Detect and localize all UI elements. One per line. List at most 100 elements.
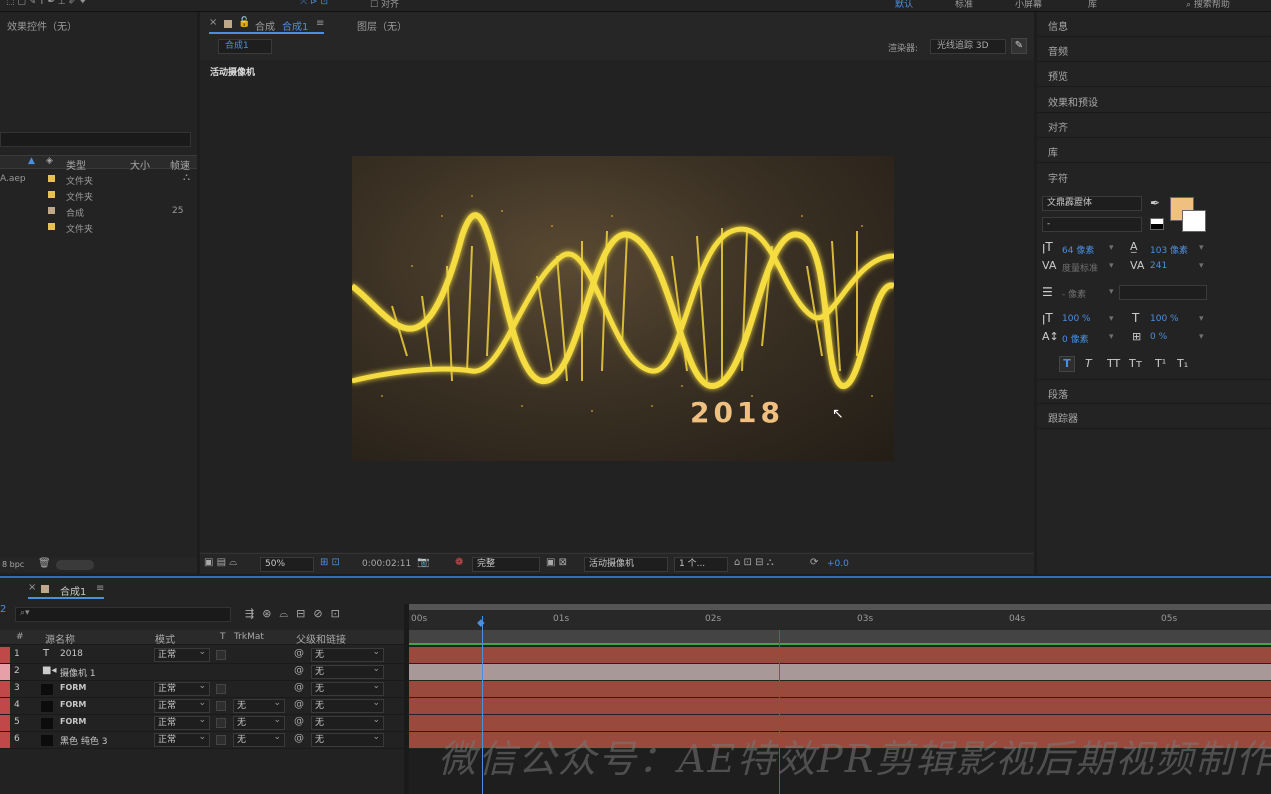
label-color[interactable] bbox=[0, 732, 10, 748]
project-row[interactable]: 文件夹 bbox=[0, 187, 197, 203]
column-type[interactable]: 类型 bbox=[66, 157, 86, 172]
project-row[interactable]: A.aep 文件夹 ⛬ bbox=[0, 171, 197, 187]
hscale-dropdown-icon[interactable]: ▾ bbox=[1199, 314, 1204, 324]
layer-name[interactable]: 2018 bbox=[60, 649, 83, 659]
subscript-button[interactable]: T₁ bbox=[1177, 357, 1188, 370]
project-search-input[interactable] bbox=[0, 132, 191, 147]
horizontal-scale-value[interactable]: 100 % bbox=[1150, 314, 1179, 324]
table-row[interactable]: 5 FORM 正常 无 @ 无 bbox=[0, 714, 404, 732]
baseline-dropdown-icon[interactable]: ▾ bbox=[1109, 332, 1114, 342]
stroke-color-swatch[interactable] bbox=[1182, 210, 1206, 232]
panel-preview[interactable]: 预览 bbox=[1037, 62, 1271, 87]
help-search[interactable]: ⌕ 搜索帮助 bbox=[1186, 0, 1230, 10]
trkmat-select[interactable]: 无 bbox=[233, 697, 285, 713]
stroke-style-select[interactable] bbox=[1119, 285, 1207, 300]
table-row[interactable]: 6 黑色 纯色 3 正常 无 @ 无 bbox=[0, 731, 404, 749]
layer-track-bar[interactable] bbox=[409, 647, 1271, 663]
leading-value[interactable]: 103 像素 bbox=[1150, 243, 1188, 256]
project-row[interactable]: 文件夹 bbox=[0, 219, 197, 235]
panel-audio[interactable]: 音频 bbox=[1037, 37, 1271, 62]
align-checkbox[interactable]: ☐ 对齐 bbox=[370, 0, 399, 10]
zoom-select[interactable]: 50% bbox=[260, 557, 314, 572]
column-trkmat[interactable]: TrkMat bbox=[234, 632, 264, 642]
kerning-value[interactable]: 度量标准 bbox=[1062, 261, 1098, 274]
trkmat-select[interactable]: 无 bbox=[233, 714, 285, 730]
panel-effects-presets[interactable]: 效果和预设 bbox=[1037, 88, 1271, 113]
parent-select[interactable]: 无 bbox=[311, 663, 384, 679]
workspace-small[interactable]: 小屏幕 bbox=[1015, 0, 1042, 10]
pickwhip-icon[interactable]: @ bbox=[294, 665, 304, 676]
layer-track-bar[interactable] bbox=[409, 664, 1271, 680]
panel-align[interactable]: 对齐 bbox=[1037, 113, 1271, 138]
camera-snapshot-icon[interactable]: 📷 bbox=[417, 557, 429, 568]
tsume-dropdown-icon[interactable]: ▾ bbox=[1199, 332, 1204, 342]
camera-view-select[interactable]: 活动摄像机 bbox=[584, 557, 668, 572]
pickwhip-icon[interactable]: @ bbox=[294, 682, 304, 693]
lock-icon[interactable]: 🔓 bbox=[238, 17, 250, 28]
preserve-transparency-checkbox[interactable] bbox=[216, 718, 226, 728]
timecode[interactable]: 0:00:02:11 bbox=[362, 559, 411, 569]
exposure-value[interactable]: +0.0 bbox=[827, 559, 849, 569]
small-caps-button[interactable]: Tт bbox=[1129, 357, 1142, 370]
leading-dropdown-icon[interactable]: ▾ bbox=[1199, 243, 1204, 253]
layer-name[interactable]: 摄像机 1 bbox=[60, 666, 96, 679]
column-mode[interactable]: 模式 bbox=[155, 631, 175, 646]
layer-track-bar[interactable] bbox=[409, 681, 1271, 697]
parent-select[interactable]: 无 bbox=[311, 714, 384, 730]
baseline-shift-value[interactable]: 0 像素 bbox=[1062, 332, 1089, 345]
parent-select[interactable]: 无 bbox=[311, 680, 384, 696]
preserve-transparency-checkbox[interactable] bbox=[216, 650, 226, 660]
label-color[interactable] bbox=[0, 681, 10, 697]
layer-name[interactable]: FORM bbox=[60, 717, 86, 726]
axis-icons[interactable]: ⤧ ⊳ ⊡ bbox=[300, 0, 328, 7]
font-family-select[interactable]: 文鼎霹靂体 bbox=[1042, 196, 1142, 211]
timeline-switch-icons[interactable]: ⇶⊛⌓⊟⊘⊡ bbox=[245, 607, 348, 621]
panel-paragraph[interactable]: 段落 bbox=[1037, 379, 1271, 404]
column-size[interactable]: 大小 bbox=[130, 157, 150, 172]
workspace-library[interactable]: 库 bbox=[1088, 0, 1097, 10]
stroke-dropdown-icon[interactable]: ▾ bbox=[1109, 287, 1114, 297]
layer-name[interactable]: 黑色 纯色 3 bbox=[60, 734, 107, 747]
region-icons[interactable]: ▣ ⊠ bbox=[546, 557, 567, 568]
preserve-transparency-checkbox[interactable] bbox=[216, 735, 226, 745]
pickwhip-icon[interactable]: @ bbox=[294, 648, 304, 659]
label-color[interactable] bbox=[0, 664, 10, 680]
timeline-menu-icon[interactable]: ≡ bbox=[96, 583, 104, 594]
close-tab-icon[interactable]: × bbox=[209, 17, 217, 28]
mode-select[interactable]: 正常 bbox=[154, 680, 210, 696]
parent-select[interactable]: 无 bbox=[311, 697, 384, 713]
superscript-button[interactable]: T¹ bbox=[1155, 357, 1166, 370]
panel-info[interactable]: 信息 bbox=[1037, 12, 1271, 37]
black-white-swatch[interactable] bbox=[1150, 218, 1164, 230]
panel-tracker[interactable]: 跟踪器 bbox=[1037, 404, 1271, 429]
workspace-default[interactable]: 默认 bbox=[895, 0, 913, 10]
table-row[interactable]: 3 FORM 正常 @ 无 bbox=[0, 680, 404, 698]
mode-select[interactable]: 正常 bbox=[154, 697, 210, 713]
project-row[interactable]: 合成 25 bbox=[0, 203, 197, 219]
tracking-value[interactable]: 241 bbox=[1150, 261, 1167, 271]
font-size-dropdown-icon[interactable]: ▾ bbox=[1109, 243, 1114, 253]
parent-select[interactable]: 无 bbox=[311, 731, 384, 747]
tool-icons[interactable]: ⬚ ▢ ✎ T ✒ ⊥ ✐ ✦ bbox=[6, 0, 87, 7]
font-style-select[interactable]: - bbox=[1042, 217, 1142, 232]
kerning-dropdown-icon[interactable]: ▾ bbox=[1109, 261, 1114, 271]
layer-tab[interactable]: 图层（无） bbox=[357, 18, 407, 33]
table-row[interactable]: 4 FORM 正常 无 @ 无 bbox=[0, 697, 404, 715]
faux-bold-button[interactable]: T bbox=[1059, 356, 1075, 372]
grid-icons[interactable]: ⊞ ⊡ bbox=[320, 557, 340, 568]
stroke-width-value[interactable]: - 像素 bbox=[1062, 287, 1086, 300]
view-option-icons[interactable]: ⌂ ⊡ ⊟ ⛬ bbox=[734, 557, 774, 568]
bpc-label[interactable]: 8 bpc bbox=[2, 560, 24, 569]
comp-tab-name[interactable]: 合成1 bbox=[282, 18, 308, 33]
thumbnail-slider[interactable] bbox=[56, 560, 94, 570]
eyedropper-icon[interactable]: ✒ bbox=[1150, 196, 1160, 210]
preserve-transparency-checkbox[interactable] bbox=[216, 701, 226, 711]
panel-library[interactable]: 库 bbox=[1037, 138, 1271, 163]
close-timeline-tab-icon[interactable]: × bbox=[28, 582, 36, 593]
trkmat-select[interactable]: 无 bbox=[233, 731, 285, 747]
table-row[interactable]: 2 ■◂ 摄像机 1 @ 无 bbox=[0, 663, 404, 681]
pickwhip-icon[interactable]: @ bbox=[294, 699, 304, 710]
vscale-dropdown-icon[interactable]: ▾ bbox=[1109, 314, 1114, 324]
mode-select[interactable]: 正常 bbox=[154, 646, 210, 662]
timeline-tab[interactable]: 合成1 bbox=[60, 583, 86, 598]
